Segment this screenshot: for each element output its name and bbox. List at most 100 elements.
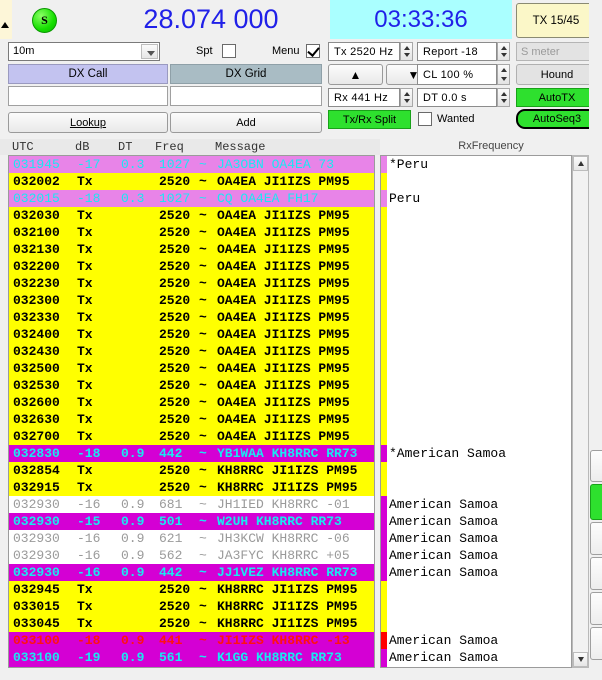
rx-row[interactable] [381, 241, 571, 258]
decode-row[interactable]: 033100 -19 0.9 501 ~ JH1APE KH8RRC RR73 [9, 666, 374, 667]
chevron-down-icon[interactable] [141, 44, 158, 59]
rx-row[interactable] [381, 428, 571, 445]
rx-row[interactable] [381, 309, 571, 326]
decode-row[interactable]: 032945 Tx 2520 ~ KH8RRC JI1IZS PM95 [9, 581, 374, 598]
tx-rx-split-button[interactable]: Tx/Rx Split [328, 110, 411, 129]
rx-frequency-list[interactable]: *Peru Peru *American Samoa American Samoa Am… [380, 155, 572, 668]
rx-row[interactable]: American Samoa [381, 530, 571, 547]
rx-row[interactable] [381, 581, 571, 598]
rx-row[interactable] [381, 258, 571, 275]
auto-tx-button[interactable]: AutoTX [516, 88, 598, 107]
decode-row[interactable]: 032600 Tx 2520 ~ OA4EA JI1IZS PM95 [9, 394, 374, 411]
edge-button-active[interactable] [590, 484, 602, 520]
hound-button[interactable]: Hound [516, 64, 598, 85]
dx-call-header[interactable]: DX Call [8, 64, 168, 84]
decode-row[interactable]: 032830 -18 0.9 442 ~ YB1WAA KH8RRC RR73 [9, 445, 374, 462]
tx-slot-button[interactable]: TX 15/45 [516, 3, 596, 38]
decode-row[interactable]: 031945 -17 0.3 1027 ~ JA3OBN OA4EA 73 [9, 156, 374, 173]
dx-call-input[interactable] [8, 86, 168, 106]
band-select[interactable]: 10m [8, 42, 160, 61]
rx-row[interactable] [381, 292, 571, 309]
edge-button-1[interactable] [590, 450, 602, 482]
decode-row[interactable]: 032915 Tx 2520 ~ KH8RRC JI1IZS PM95 [9, 479, 374, 496]
decode-row[interactable]: 032930 -16 0.9 442 ~ JJ1VEZ KH8RRC RR73 [9, 564, 374, 581]
auto-seq-button[interactable]: AutoSeq3 [516, 109, 598, 129]
decode-row[interactable]: 032430 Tx 2520 ~ OA4EA JI1IZS PM95 [9, 343, 374, 360]
decode-row[interactable]: 032930 -15 0.9 501 ~ W2UH KH8RRC RR73 [9, 513, 374, 530]
report-stepper[interactable] [497, 42, 510, 61]
rx-row[interactable]: Peru [381, 190, 571, 207]
decode-row[interactable]: 032854 Tx 2520 ~ KH8RRC JI1IZS PM95 [9, 462, 374, 479]
decode-row[interactable]: 033100 -18 0.9 441 ~ JI1IZS KH8RRC -13 [9, 632, 374, 649]
decode-row[interactable]: 032330 Tx 2520 ~ OA4EA JI1IZS PM95 [9, 309, 374, 326]
rx-row[interactable] [381, 377, 571, 394]
decode-row[interactable]: 033015 Tx 2520 ~ KH8RRC JI1IZS PM95 [9, 598, 374, 615]
rx-row[interactable]: *American Samoa [381, 445, 571, 462]
edge-button-5[interactable] [590, 627, 602, 660]
decode-row[interactable]: 032930 -16 0.9 681 ~ JH1IED KH8RRC -01 [9, 496, 374, 513]
rx-scrollbar[interactable] [572, 155, 589, 668]
rx-row[interactable]: American Samoa [381, 564, 571, 581]
decode-row[interactable]: 032030 Tx 2520 ~ OA4EA JI1IZS PM95 [9, 207, 374, 224]
rx-row[interactable] [381, 394, 571, 411]
rx-row[interactable] [381, 207, 571, 224]
dx-grid-header[interactable]: DX Grid [170, 64, 322, 84]
scroll-up-arrow-icon[interactable] [573, 156, 588, 171]
edge-button-4[interactable] [590, 592, 602, 625]
tx-frequency-spinbox[interactable]: Tx 2520 Hz [328, 42, 400, 61]
rx-row[interactable]: *Peru [381, 156, 571, 173]
rx-frequency-stepper[interactable] [400, 88, 413, 107]
wanted-checkbox[interactable] [418, 112, 432, 126]
rx-row[interactable] [381, 479, 571, 496]
decode-row[interactable]: 032015 -18 0.3 1027 ~ CQ OA4EA FH17 [9, 190, 374, 207]
decode-row[interactable]: 032002 Tx 2520 ~ OA4EA JI1IZS PM95 [9, 173, 374, 190]
rx-row[interactable] [381, 173, 571, 190]
add-button[interactable]: Add [170, 112, 322, 133]
rx-row[interactable] [381, 343, 571, 360]
decode-row[interactable]: 033045 Tx 2520 ~ KH8RRC JI1IZS PM95 [9, 615, 374, 632]
rx-row[interactable]: American Samoa [381, 632, 571, 649]
decode-row[interactable]: 032130 Tx 2520 ~ OA4EA JI1IZS PM95 [9, 241, 374, 258]
rx-row[interactable] [381, 360, 571, 377]
decode-row[interactable]: 032100 Tx 2520 ~ OA4EA JI1IZS PM95 [9, 224, 374, 241]
decode-row[interactable]: 032930 -16 0.9 621 ~ JH3KCW KH8RRC -06 [9, 530, 374, 547]
rx-row[interactable] [381, 615, 571, 632]
tx-frequency-stepper[interactable] [400, 42, 413, 61]
rx-row[interactable]: American Samoa [381, 666, 571, 667]
frequency-up-button[interactable]: ▲ [328, 64, 383, 85]
decode-row[interactable]: 032530 Tx 2520 ~ OA4EA JI1IZS PM95 [9, 377, 374, 394]
rx-row[interactable]: American Samoa [381, 496, 571, 513]
rx-row[interactable] [381, 598, 571, 615]
cl-spinbox[interactable]: CL 100 % [417, 64, 497, 85]
scroll-down-arrow-icon[interactable] [573, 652, 588, 667]
decode-row[interactable]: 032400 Tx 2520 ~ OA4EA JI1IZS PM95 [9, 326, 374, 343]
rx-row[interactable]: American Samoa [381, 513, 571, 530]
dx-grid-input[interactable] [170, 86, 322, 106]
decode-row[interactable]: 032230 Tx 2520 ~ OA4EA JI1IZS PM95 [9, 275, 374, 292]
dt-stepper[interactable] [497, 88, 510, 107]
menu-checkbox[interactable] [306, 44, 320, 58]
rx-row[interactable] [381, 411, 571, 428]
dt-spinbox[interactable]: DT 0.0 s [417, 88, 497, 107]
rx-row[interactable] [381, 326, 571, 343]
rx-frequency-spinbox[interactable]: Rx 441 Hz [328, 88, 400, 107]
decode-row[interactable]: 033100 -19 0.9 561 ~ K1GG KH8RRC RR73 [9, 649, 374, 666]
decode-row[interactable]: 032500 Tx 2520 ~ OA4EA JI1IZS PM95 [9, 360, 374, 377]
edge-button-2[interactable] [590, 522, 602, 555]
rx-row[interactable]: American Samoa [381, 649, 571, 666]
decode-row[interactable]: 032930 -16 0.9 562 ~ JA3FYC KH8RRC +05 [9, 547, 374, 564]
rx-row[interactable] [381, 275, 571, 292]
edge-button-3[interactable] [590, 557, 602, 590]
decode-row[interactable]: 032200 Tx 2520 ~ OA4EA JI1IZS PM95 [9, 258, 374, 275]
band-activity-list[interactable]: 031945 -17 0.3 1027 ~ JA3OBN OA4EA 73 032002 Tx… [8, 155, 375, 668]
rx-row[interactable]: American Samoa [381, 547, 571, 564]
decode-row[interactable]: 032300 Tx 2520 ~ OA4EA JI1IZS PM95 [9, 292, 374, 309]
decode-row[interactable]: 032630 Tx 2520 ~ OA4EA JI1IZS PM95 [9, 411, 374, 428]
cl-stepper[interactable] [497, 64, 510, 85]
rx-row[interactable] [381, 224, 571, 241]
rx-row[interactable] [381, 462, 571, 479]
lookup-button[interactable]: Lookup [8, 112, 168, 133]
decode-row[interactable]: 032700 Tx 2520 ~ OA4EA JI1IZS PM95 [9, 428, 374, 445]
report-spinbox[interactable]: Report -18 [417, 42, 497, 61]
spot-checkbox[interactable] [222, 44, 236, 58]
